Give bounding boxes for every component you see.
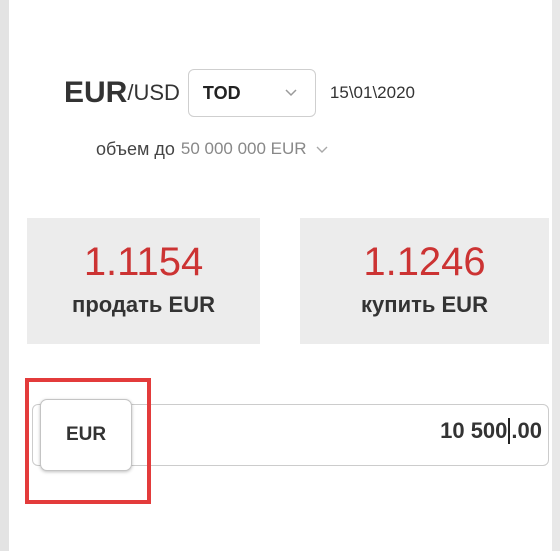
tenor-value: TOD [202, 82, 241, 103]
sell-rate: 1.1154 [83, 240, 204, 284]
value-date: 15\01\2020 [329, 83, 415, 102]
chevron-down-icon[interactable] [315, 143, 329, 155]
sell-action-label: продать EUR [72, 292, 215, 317]
panel-left-border [0, 0, 9, 551]
amount-fraction-part: .00 [511, 418, 542, 443]
text-cursor [508, 418, 511, 444]
amount-currency-button[interactable]: EUR [40, 399, 132, 471]
tenor-select[interactable]: TOD [187, 69, 316, 117]
amount-integer-part: 10 500 [440, 418, 508, 443]
buy-price-button[interactable]: 1.1246 купить EUR [300, 218, 549, 344]
buy-action-label: купить EUR [361, 292, 488, 317]
amount-value[interactable]: 10 500.00 [440, 418, 542, 444]
fx-trade-panel: EUR /USD TOD 15\01\2020 объем до 50 000 … [0, 0, 560, 551]
buy-rate: 1.1246 [363, 240, 486, 284]
sell-price-button[interactable]: 1.1154 продать EUR [27, 218, 260, 344]
pair-quote-currency: /USD [127, 80, 180, 105]
chevron-down-icon [285, 89, 297, 97]
panel-right-border [552, 0, 560, 551]
volume-label: объем до [96, 138, 175, 159]
pair-base-currency: EUR [64, 76, 128, 109]
amount-currency-label: EUR [65, 424, 107, 445]
volume-value[interactable]: 50 000 000 EUR [181, 139, 307, 159]
currency-pair-row: EUR /USD TOD 15\01\2020 [64, 68, 415, 118]
volume-row: объем до 50 000 000 EUR [96, 137, 329, 161]
